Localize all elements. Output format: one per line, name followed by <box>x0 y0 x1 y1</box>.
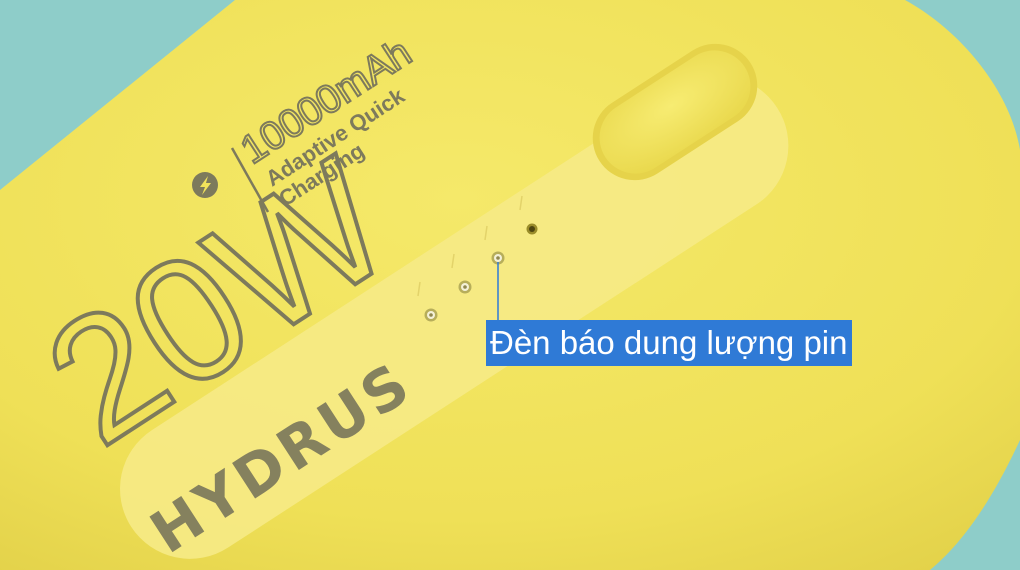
indicator-button-hole <box>526 223 538 235</box>
led-indicator-2 <box>458 280 472 294</box>
quick-charge-badge-icon <box>192 172 218 198</box>
led-indicator-1 <box>424 308 438 322</box>
power-bank-photo: 20W 10000mAh Adaptive Quick Charging HYD… <box>0 0 1020 570</box>
led-indicator-callout: Đèn báo dung lượng pin <box>486 320 852 366</box>
